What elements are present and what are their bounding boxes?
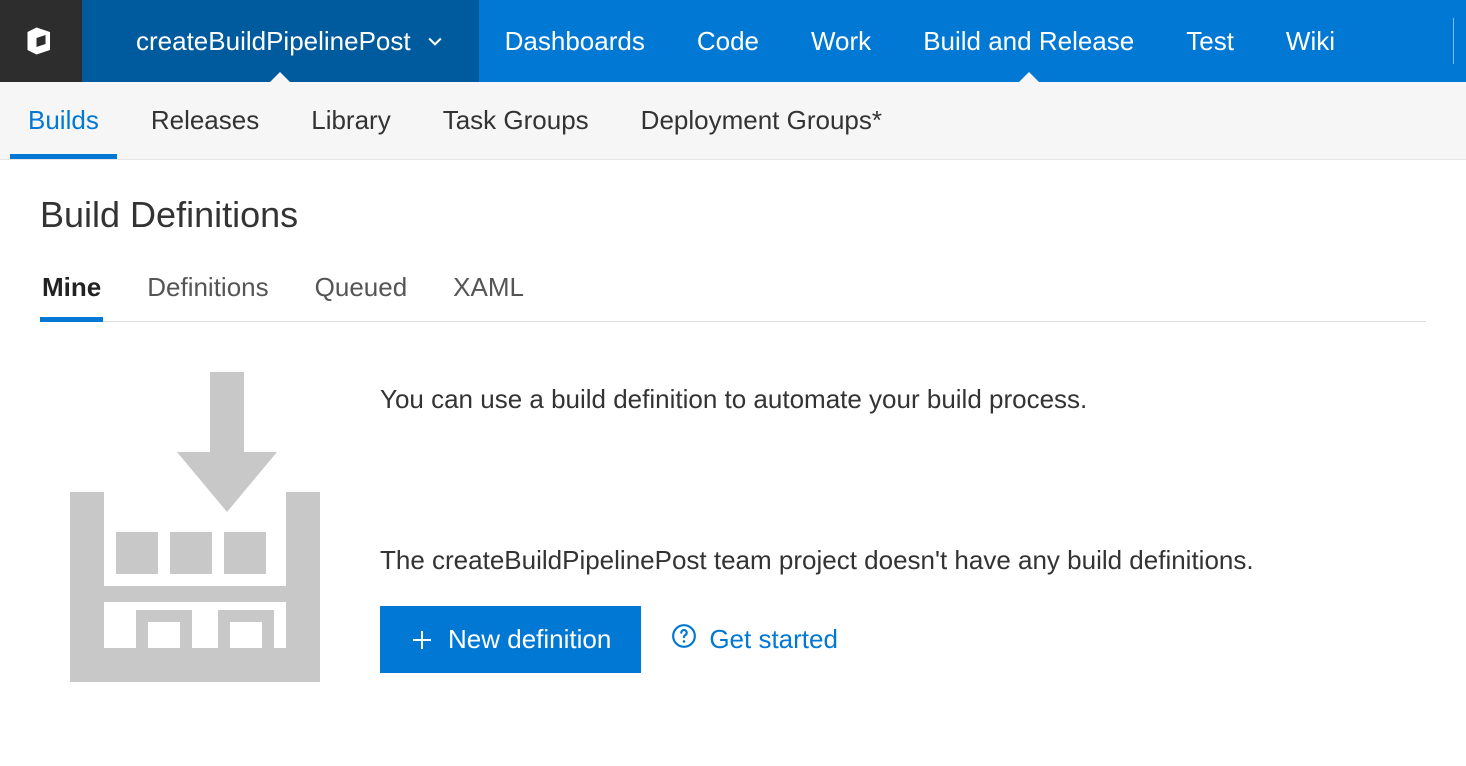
subnav-library[interactable]: Library xyxy=(307,83,394,158)
chevron-down-icon xyxy=(425,31,445,51)
pivot-xaml[interactable]: XAML xyxy=(451,272,526,321)
project-selector[interactable]: createBuildPipelinePost xyxy=(82,0,479,82)
nav-label: Work xyxy=(811,26,871,57)
subnav-label: Deployment Groups* xyxy=(641,105,882,135)
subnav-deployment-groups[interactable]: Deployment Groups* xyxy=(637,83,886,158)
pivot-mine[interactable]: Mine xyxy=(40,272,103,321)
help-icon xyxy=(671,623,697,656)
subnav-task-groups[interactable]: Task Groups xyxy=(439,83,593,158)
empty-body: You can use a build definition to automa… xyxy=(380,372,1426,673)
link-label: Get started xyxy=(709,624,838,655)
selector-indicator xyxy=(270,72,290,82)
empty-state: You can use a build definition to automa… xyxy=(40,322,1426,727)
pivot-label: Mine xyxy=(42,272,101,302)
sub-nav: Builds Releases Library Task Groups Depl… xyxy=(0,82,1466,160)
nav-code[interactable]: Code xyxy=(671,0,785,82)
new-definition-button[interactable]: New definition xyxy=(380,606,641,673)
pivot-tabs: Mine Definitions Queued XAML xyxy=(40,272,1426,322)
nav-dashboards[interactable]: Dashboards xyxy=(479,0,671,82)
nav-label: Dashboards xyxy=(505,26,645,57)
top-nav: Dashboards Code Work Build and Release T… xyxy=(479,0,1466,82)
get-started-link[interactable]: Get started xyxy=(671,623,838,656)
app-logo[interactable] xyxy=(0,0,82,82)
pivot-label: Definitions xyxy=(147,272,268,302)
empty-lead-text: You can use a build definition to automa… xyxy=(380,384,1426,415)
top-divider xyxy=(1453,18,1454,64)
subnav-label: Task Groups xyxy=(443,105,589,135)
nav-work[interactable]: Work xyxy=(785,0,897,82)
plus-icon xyxy=(410,628,434,652)
subnav-label: Builds xyxy=(28,105,99,135)
page-content: Build Definitions Mine Definitions Queue… xyxy=(0,160,1466,727)
pivot-label: Queued xyxy=(315,272,408,302)
subnav-builds[interactable]: Builds xyxy=(24,83,103,158)
pivot-queued[interactable]: Queued xyxy=(313,272,410,321)
project-name: createBuildPipelinePost xyxy=(136,26,411,57)
nav-test[interactable]: Test xyxy=(1160,0,1260,82)
build-empty-icon xyxy=(70,372,320,687)
nav-label: Code xyxy=(697,26,759,57)
nav-label: Wiki xyxy=(1286,26,1335,57)
subnav-label: Library xyxy=(311,105,390,135)
vsts-logo-icon xyxy=(23,23,59,59)
nav-build-release[interactable]: Build and Release xyxy=(897,0,1160,82)
active-indicator xyxy=(1019,72,1039,82)
subnav-label: Releases xyxy=(151,105,259,135)
nav-label: Build and Release xyxy=(923,26,1134,57)
empty-sub-text: The createBuildPipelinePost team project… xyxy=(380,545,1426,576)
nav-label: Test xyxy=(1186,26,1234,57)
nav-wiki[interactable]: Wiki xyxy=(1260,0,1361,82)
subnav-releases[interactable]: Releases xyxy=(147,83,263,158)
pivot-label: XAML xyxy=(453,272,524,302)
page-title: Build Definitions xyxy=(40,194,1426,236)
button-label: New definition xyxy=(448,624,611,655)
empty-actions: New definition Get started xyxy=(380,606,1426,673)
top-bar: createBuildPipelinePost Dashboards Code … xyxy=(0,0,1466,82)
pivot-definitions[interactable]: Definitions xyxy=(145,272,270,321)
